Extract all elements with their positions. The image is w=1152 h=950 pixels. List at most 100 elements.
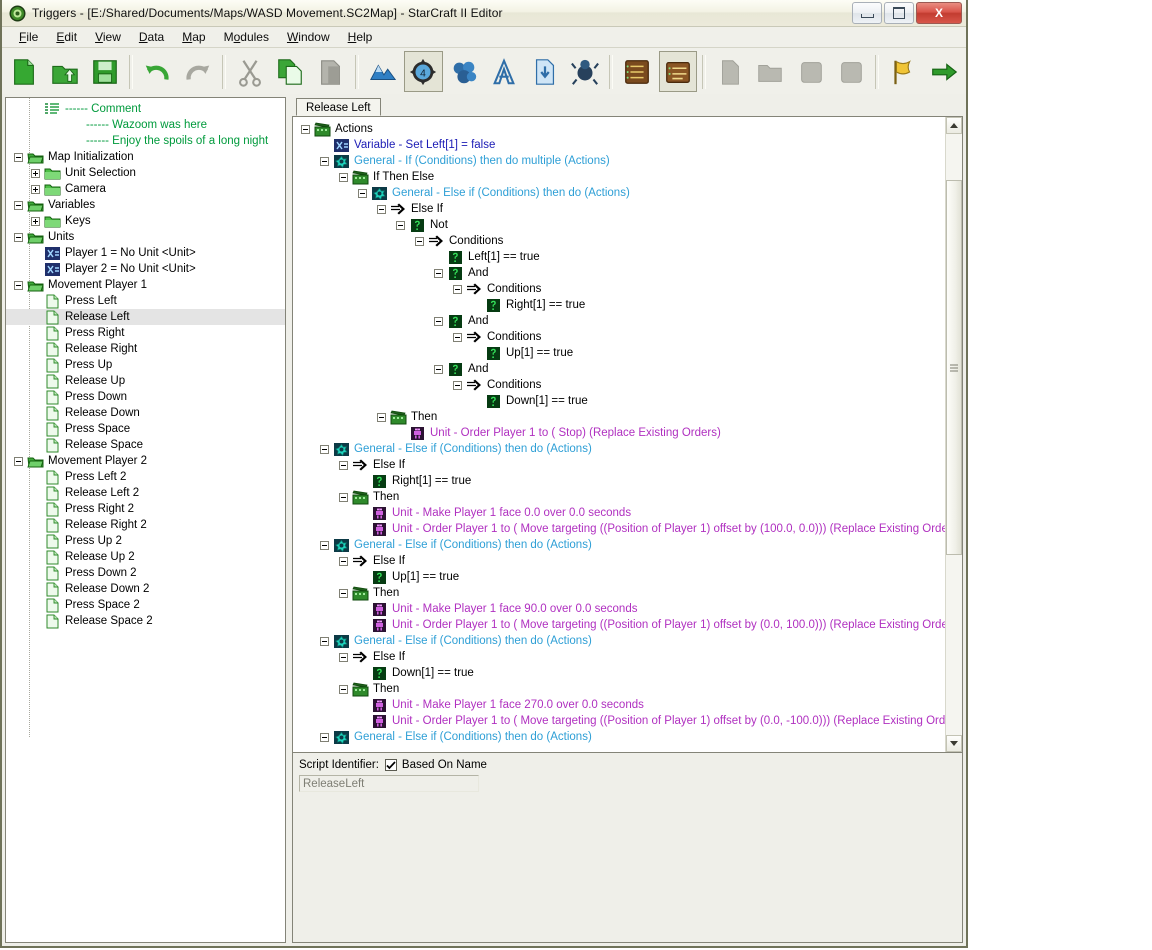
trigger-tree-row[interactable]: General - Else if (Conditions) then do (… xyxy=(297,537,945,553)
collapse-icon[interactable] xyxy=(14,232,23,242)
trigger-tree-row[interactable]: And xyxy=(297,361,945,377)
cut-button[interactable] xyxy=(231,51,269,92)
collapse-icon[interactable] xyxy=(339,492,348,502)
new-document-button[interactable] xyxy=(5,51,43,92)
sidebar-item-release-down-2[interactable]: Release Down 2 xyxy=(6,581,285,597)
sidebar-item-player-2-no-unit-unit[interactable]: Player 2 = No Unit <Unit> xyxy=(6,261,285,277)
sidebar-item-release-left-2[interactable]: Release Left 2 xyxy=(6,485,285,501)
menu-file[interactable]: File xyxy=(10,28,47,46)
collapse-icon[interactable] xyxy=(434,268,443,278)
sidebar-item-release-space-2[interactable]: Release Space 2 xyxy=(6,613,285,629)
menu-help[interactable]: Help xyxy=(339,28,382,46)
green-arrow-button[interactable] xyxy=(925,51,963,92)
sidebar-item-variables[interactable]: Variables xyxy=(6,197,285,213)
collapse-icon[interactable] xyxy=(320,540,329,550)
trigger-detail-button[interactable] xyxy=(658,51,697,92)
trigger-tree-row[interactable]: If Then Else xyxy=(297,169,945,185)
trigger-content-panel[interactable]: Actions Variable - Set Left[1] = false Gen… xyxy=(292,117,963,753)
sidebar-item-unit-selection[interactable]: Unit Selection xyxy=(6,165,285,181)
sidebar-item-release-up[interactable]: Release Up xyxy=(6,373,285,389)
collapse-icon[interactable] xyxy=(377,204,386,214)
new-item-grey2-button[interactable] xyxy=(832,51,870,92)
sidebar-item-press-right-2[interactable]: Press Right 2 xyxy=(6,501,285,517)
collapse-icon[interactable] xyxy=(14,280,23,290)
trigger-tree-scroll[interactable]: Actions Variable - Set Left[1] = false Gen… xyxy=(293,117,945,752)
sidebar-item-release-space[interactable]: Release Space xyxy=(6,437,285,453)
trigger-tree-row[interactable]: And xyxy=(297,313,945,329)
collapse-icon[interactable] xyxy=(339,172,348,182)
sidebar-item-movement-player-2[interactable]: Movement Player 2 xyxy=(6,453,285,469)
sidebar-item-press-left[interactable]: Press Left xyxy=(6,293,285,309)
paste-button[interactable] xyxy=(312,51,350,92)
sidebar-item-release-right[interactable]: Release Right xyxy=(6,341,285,357)
trigger-tree-row[interactable]: Conditions xyxy=(297,329,945,345)
save-button[interactable] xyxy=(86,51,124,92)
import-module-button[interactable] xyxy=(525,51,563,92)
collapse-icon[interactable] xyxy=(339,556,348,566)
collapse-icon[interactable] xyxy=(301,124,310,134)
sidebar-item-press-up-2[interactable]: Press Up 2 xyxy=(6,533,285,549)
new-folder-button[interactable] xyxy=(751,51,789,92)
scrollbar-thumb[interactable] xyxy=(946,180,962,555)
trigger-tree-row[interactable]: Down[1] == true xyxy=(297,393,945,409)
collapse-icon[interactable] xyxy=(320,636,329,646)
trigger-tree-row[interactable]: Up[1] == true xyxy=(297,345,945,361)
sidebar-item-comment[interactable]: ------ Comment xyxy=(6,101,285,117)
minimize-button[interactable] xyxy=(852,2,882,24)
trigger-tree-row[interactable]: General - Else if (Conditions) then do (… xyxy=(297,633,945,649)
trigger-tree-row[interactable]: Then xyxy=(297,409,945,425)
trigger-list-button[interactable] xyxy=(618,51,656,92)
menu-modules[interactable]: Modules xyxy=(215,28,278,46)
expand-icon[interactable] xyxy=(31,216,40,226)
collapse-icon[interactable] xyxy=(453,332,462,342)
trigger-tree-row[interactable]: Variable - Set Left[1] = false xyxy=(297,137,945,153)
trigger-explorer-panel[interactable]: ------ Comment ------ Wazoom was here ----… xyxy=(5,97,286,943)
menu-map[interactable]: Map xyxy=(173,28,214,46)
trigger-tree-row[interactable]: Unit - Order Player 1 to ( Stop) (Replac… xyxy=(297,425,945,441)
trigger-tree-row[interactable]: Right[1] == true xyxy=(297,297,945,313)
sidebar-item-press-right[interactable]: Press Right xyxy=(6,325,285,341)
collapse-icon[interactable] xyxy=(14,152,23,162)
trigger-tree-row[interactable]: Then xyxy=(297,585,945,601)
undo-button[interactable] xyxy=(138,51,176,92)
collapse-icon[interactable] xyxy=(396,220,405,230)
trigger-explorer-tree[interactable]: ------ Comment ------ Wazoom was here ----… xyxy=(6,98,285,629)
new-item-grey-button[interactable] xyxy=(792,51,830,92)
trigger-tree-row[interactable]: Left[1] == true xyxy=(297,249,945,265)
trigger-tree-row[interactable]: Actions xyxy=(297,121,945,137)
trigger-tree-row[interactable]: Else If xyxy=(297,649,945,665)
collapse-icon[interactable] xyxy=(339,652,348,662)
sidebar-item-press-up[interactable]: Press Up xyxy=(6,357,285,373)
open-folder-button[interactable] xyxy=(45,51,83,92)
trigger-tree-row[interactable]: Unit - Order Player 1 to ( Move targetin… xyxy=(297,617,945,633)
trigger-tree-row[interactable]: Unit - Make Player 1 face 90.0 over 0.0 … xyxy=(297,601,945,617)
trigger-tree-row[interactable]: Conditions xyxy=(297,377,945,393)
trigger-tree-row[interactable]: Else If xyxy=(297,553,945,569)
collapse-icon[interactable] xyxy=(339,460,348,470)
collapse-icon[interactable] xyxy=(453,380,462,390)
tab-release-left[interactable]: Release Left xyxy=(296,98,381,116)
collapse-icon[interactable] xyxy=(358,188,367,198)
collapse-icon[interactable] xyxy=(320,444,329,454)
sidebar-item-units[interactable]: Units xyxy=(6,229,285,245)
trigger-tree-row[interactable]: Else If xyxy=(297,201,945,217)
trigger-tree-row[interactable]: General - Else if (Conditions) then do (… xyxy=(297,441,945,457)
script-identifier-input[interactable]: ReleaseLeft xyxy=(299,775,479,792)
sidebar-item-release-left[interactable]: Release Left xyxy=(6,309,285,325)
collapse-icon[interactable] xyxy=(339,588,348,598)
collapse-icon[interactable] xyxy=(453,284,462,294)
collapse-icon[interactable] xyxy=(377,412,386,422)
flag-button[interactable] xyxy=(884,51,922,92)
copy-button[interactable] xyxy=(271,51,309,92)
collapse-icon[interactable] xyxy=(434,316,443,326)
trigger-tree-row[interactable]: General - Else if (Conditions) then do (… xyxy=(297,729,945,745)
sidebar-item-press-space[interactable]: Press Space xyxy=(6,421,285,437)
maximize-button[interactable] xyxy=(884,2,914,24)
sidebar-item-press-space-2[interactable]: Press Space 2 xyxy=(6,597,285,613)
trigger-module-button[interactable]: 4 xyxy=(404,51,443,92)
text-module-button[interactable] xyxy=(485,51,523,92)
scroll-up-arrow[interactable] xyxy=(946,117,962,134)
trigger-tree-row[interactable]: Right[1] == true xyxy=(297,473,945,489)
trigger-tree-row[interactable]: And xyxy=(297,265,945,281)
collapse-icon[interactable] xyxy=(320,156,329,166)
